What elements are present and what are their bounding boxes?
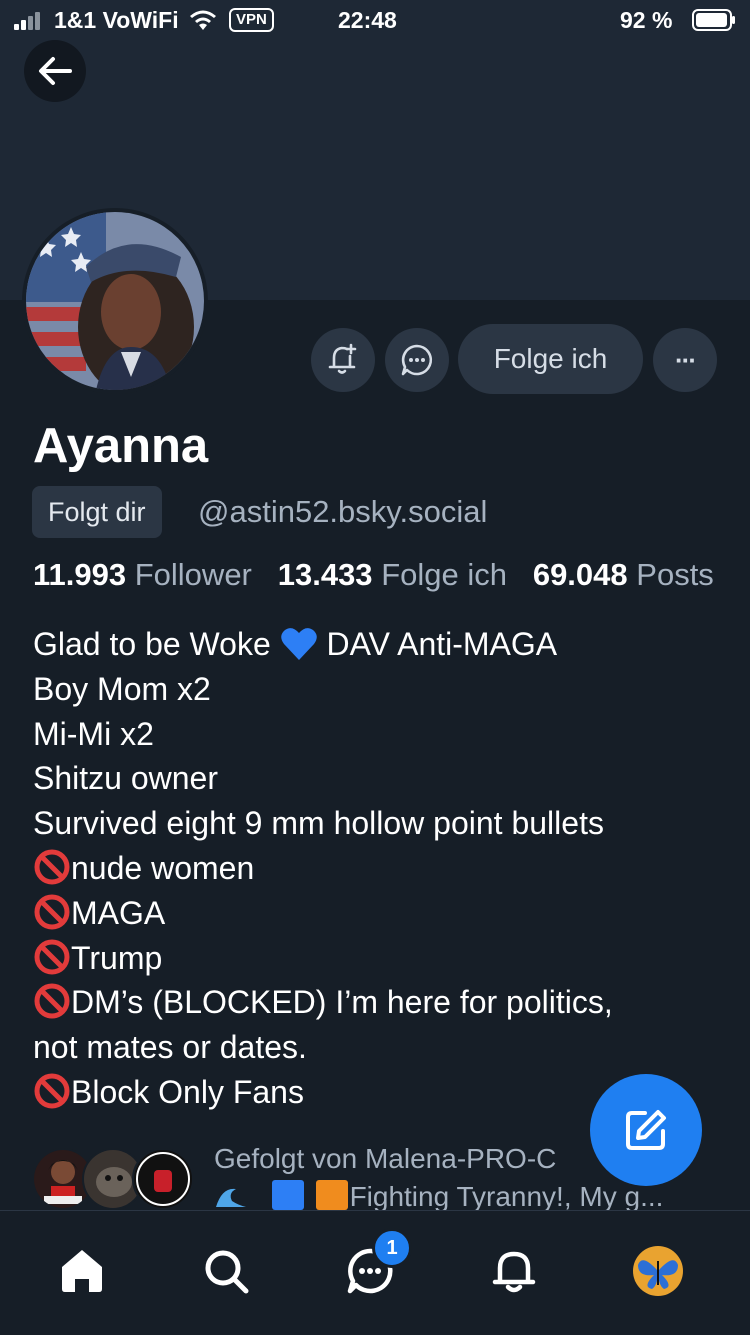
clock: 22:48 [338, 7, 397, 33]
back-button[interactable] [24, 40, 86, 102]
signal-icon [14, 12, 48, 30]
status-bar: 1&1 VoWiFi VPN 22:48 92 % [0, 0, 750, 42]
posts-stat: 69.048 Posts [533, 557, 714, 592]
search-icon [205, 1250, 249, 1294]
bio-line: Block Only Fans [71, 1073, 304, 1110]
profile-handle: @astin52.bsky.social [198, 494, 488, 529]
followers-label: Follower [134, 557, 252, 592]
profile-stats: 11.993 Follower 13.433 Folge ich 69.048 … [33, 557, 714, 593]
subscribe-notifications-button[interactable] [311, 328, 375, 392]
tab-notifications[interactable] [484, 1241, 544, 1301]
tab-home[interactable] [52, 1241, 112, 1301]
tab-search[interactable] [196, 1241, 256, 1301]
bio-line: nude women [71, 849, 255, 886]
following-label: Folge ich [381, 557, 507, 592]
battery-icon [692, 9, 735, 31]
chat-unread-badge: 1 [372, 1228, 412, 1268]
posts-count: 69.048 [532, 557, 628, 592]
bio-line: MAGA [71, 894, 166, 931]
bell-plus-icon [328, 343, 357, 374]
bio-line: not mates or dates. [33, 1029, 307, 1066]
compose-icon [626, 1110, 666, 1150]
avatar-image [26, 212, 204, 390]
follow-button[interactable]: Folge ich [458, 324, 643, 394]
tab-profile[interactable] [628, 1241, 688, 1301]
prohibited-icon [34, 1073, 70, 1109]
bio-line: Mi-Mi x2 [33, 715, 154, 752]
chat-bubble-icon [401, 344, 433, 376]
arrow-left-icon [39, 57, 72, 85]
followers-stat[interactable]: 11.993 Follower [33, 557, 252, 592]
bio-line: Shitzu owner [33, 760, 218, 797]
following-count: 13.433 [277, 557, 373, 592]
bio-line: Glad to be Woke [33, 626, 271, 662]
bio-line: Boy Mom x2 [33, 670, 211, 707]
posts-label: Posts [636, 557, 714, 592]
blue-square-icon [271, 1180, 304, 1210]
profile-bio: Glad to be Woke DAV Anti-MAGA Boy Mom x2… [33, 622, 713, 1115]
display-name: Ayanna [33, 419, 209, 473]
bell-icon [492, 1251, 536, 1293]
orange-square-icon [315, 1180, 348, 1210]
blue-heart-icon [280, 628, 317, 660]
battery-percent: 92 % [620, 7, 673, 33]
prohibited-icon [34, 983, 70, 1019]
more-dots-icon: ··· [675, 344, 697, 375]
profile-avatar [633, 1246, 683, 1296]
prohibited-icon [34, 849, 70, 885]
message-button[interactable] [385, 328, 449, 392]
follows-you-badge: Folgt dir [32, 486, 162, 538]
bio-line: DAV Anti-MAGA [326, 626, 558, 662]
wifi-icon [190, 10, 216, 30]
home-icon [62, 1250, 102, 1292]
followed-by-line: Fighting Tyranny!, My g... [349, 1181, 664, 1210]
bio-line: DM’s (BLOCKED) I’m here for politics, [71, 984, 613, 1021]
followers-count: 11.993 [33, 557, 127, 592]
more-options-button[interactable]: ··· [653, 328, 717, 392]
compose-post-button[interactable] [590, 1074, 702, 1186]
follower-avatar [132, 1148, 194, 1210]
prohibited-icon [34, 939, 70, 975]
vpn-badge: VPN [229, 8, 274, 32]
bio-line: Survived eight 9 mm hollow point bullets [33, 805, 604, 842]
prohibited-icon [34, 894, 70, 930]
following-stat[interactable]: 13.433 Folge ich [278, 557, 507, 592]
bio-line: Trump [71, 939, 163, 976]
carrier-label: 1&1 VoWiFi [54, 7, 179, 33]
bottom-tab-bar [0, 1210, 750, 1335]
profile-avatar[interactable] [22, 208, 208, 394]
wave-icon [216, 1188, 246, 1207]
